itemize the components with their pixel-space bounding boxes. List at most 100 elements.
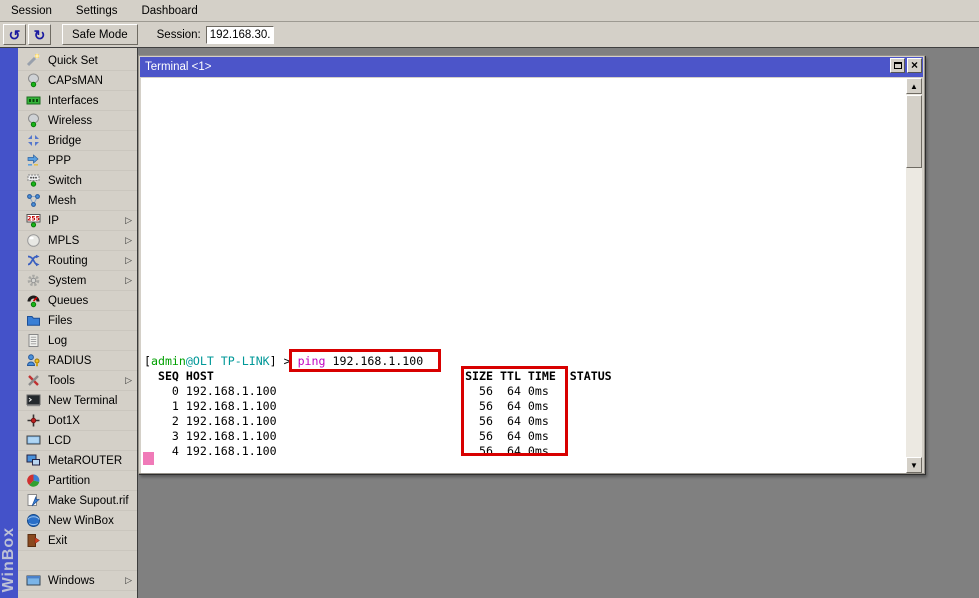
sidebar-item-label: Interfaces	[48, 95, 132, 107]
scroll-down-button[interactable]: ▼	[906, 457, 922, 473]
maximize-icon	[894, 62, 902, 69]
sidebar-item-label: Make Supout.rif	[48, 495, 132, 507]
arrow-up-icon: ▲	[910, 82, 918, 91]
sidebar-item-label: Queues	[48, 295, 132, 307]
safe-mode-button[interactable]: Safe Mode	[62, 24, 138, 45]
toolbar: ↺ ↻ Safe Mode Session:	[0, 22, 979, 48]
redo-icon: ↻	[34, 28, 46, 42]
svg-text:255: 255	[27, 216, 40, 223]
tools-icon	[26, 373, 41, 388]
sidebar-item-files[interactable]: Files	[18, 311, 137, 331]
sidebar-item-label: Partition	[48, 475, 132, 487]
menu-session[interactable]: Session	[8, 3, 55, 19]
maximize-button[interactable]	[890, 58, 905, 73]
sidebar-item-mpls[interactable]: MPLS▷	[18, 231, 137, 251]
sidebar-item-partition[interactable]: Partition	[18, 471, 137, 491]
interfaces-icon	[26, 93, 41, 108]
sidebar-item-label: PPP	[48, 155, 132, 167]
sidebar-spacer	[18, 551, 137, 571]
sidebar-item-make-supout-rif[interactable]: Make Supout.rif	[18, 491, 137, 511]
annotation-box-ping-results	[461, 366, 568, 456]
arrow-down-icon: ▼	[910, 461, 918, 470]
sidebar-item-label: LCD	[48, 435, 132, 447]
sidebar-item-label: Exit	[48, 535, 132, 547]
terminal-output[interactable]: [admin@OLT TP-LINK] > ping 192.168.1.100…	[141, 78, 907, 473]
sidebar-item-metarouter[interactable]: MetaROUTER	[18, 451, 137, 471]
terminal-window: Terminal <1> × [admin@OLT TP-LINK] > pin…	[138, 55, 925, 474]
sidebar-item-label: CAPsMAN	[48, 75, 132, 87]
mesh-icon	[26, 193, 41, 208]
sidebar-item-label: Wireless	[48, 115, 132, 127]
sidebar-item-capsman[interactable]: CAPsMAN	[18, 71, 137, 91]
quickset-icon	[26, 53, 41, 68]
menu-settings[interactable]: Settings	[73, 3, 121, 19]
sidebar-item-label: Dot1X	[48, 415, 132, 427]
annotation-box-ping-command	[289, 349, 441, 372]
sidebar-item-mesh[interactable]: Mesh	[18, 191, 137, 211]
sidebar-item-label: Quick Set	[48, 55, 132, 67]
sidebar-item-dot1x[interactable]: Dot1X	[18, 411, 137, 431]
sidebar-item-log[interactable]: Log	[18, 331, 137, 351]
submenu-arrow-icon: ▷	[125, 216, 132, 225]
sidebar-item-label: Switch	[48, 175, 132, 187]
session-label: Session:	[157, 29, 201, 41]
undo-button[interactable]: ↺	[3, 24, 26, 45]
sidebar-item-label: Files	[48, 315, 132, 327]
sidebar-item-label: System	[48, 275, 125, 287]
windows-icon	[26, 573, 41, 588]
menu-dashboard[interactable]: Dashboard	[138, 3, 200, 19]
sidebar-item-quick-set[interactable]: Quick Set	[18, 51, 137, 71]
sidebar-item-label: New WinBox	[48, 515, 132, 527]
wireless-icon	[26, 113, 41, 128]
radius-icon	[26, 353, 41, 368]
dot1x-icon	[26, 413, 41, 428]
sidebar-item-label: IP	[48, 215, 125, 227]
sidebar-item-bridge[interactable]: Bridge	[18, 131, 137, 151]
sidebar-item-interfaces[interactable]: Interfaces	[18, 91, 137, 111]
metarouter-icon	[26, 453, 41, 468]
submenu-arrow-icon: ▷	[125, 376, 132, 385]
lcd-icon	[26, 433, 41, 448]
close-button[interactable]: ×	[907, 58, 922, 73]
sidebar-item-new-terminal[interactable]: New Terminal	[18, 391, 137, 411]
sidebar: Quick Set CAPsMAN Interfaces Wireless Bridge…	[18, 48, 138, 598]
scrollbar-thumb[interactable]	[906, 95, 922, 168]
terminal-scrollbar[interactable]: ▲ ▼	[906, 78, 922, 473]
partition-icon	[26, 473, 41, 488]
newwinbox-icon	[26, 513, 41, 528]
mpls-icon	[26, 233, 41, 248]
sidebar-item-new-winbox[interactable]: New WinBox	[18, 511, 137, 531]
winbox-brand-text: WinBox	[0, 527, 18, 596]
exit-icon	[26, 533, 41, 548]
sidebar-item-label: MPLS	[48, 235, 125, 247]
sidebar-item-label: Bridge	[48, 135, 132, 147]
sidebar-item-ppp[interactable]: PPP	[18, 151, 137, 171]
redo-button[interactable]: ↻	[28, 24, 51, 45]
terminal-cursor	[143, 452, 154, 465]
sidebar-item-radius[interactable]: RADIUS	[18, 351, 137, 371]
routing-icon	[26, 253, 41, 268]
sidebar-item-queues[interactable]: Queues	[18, 291, 137, 311]
sidebar-item-label: Log	[48, 335, 132, 347]
submenu-arrow-icon: ▷	[125, 276, 132, 285]
sidebar-item-system[interactable]: System▷	[18, 271, 137, 291]
terminal-titlebar[interactable]: Terminal <1>	[140, 57, 923, 77]
system-icon	[26, 273, 41, 288]
ppp-icon	[26, 153, 41, 168]
sidebar-item-windows[interactable]: Windows▷	[18, 571, 137, 591]
session-input[interactable]	[206, 26, 274, 44]
sidebar-item-lcd[interactable]: LCD	[18, 431, 137, 451]
sidebar-item-exit[interactable]: Exit	[18, 531, 137, 551]
sidebar-item-wireless[interactable]: Wireless	[18, 111, 137, 131]
sidebar-item-switch[interactable]: Switch	[18, 171, 137, 191]
scroll-up-button[interactable]: ▲	[906, 78, 922, 94]
sidebar-item-label: Windows	[48, 575, 125, 587]
terminal-icon	[26, 393, 41, 408]
desktop: Terminal <1> × [admin@OLT TP-LINK] > pin…	[138, 48, 979, 598]
files-icon	[26, 313, 41, 328]
sidebar-item-routing[interactable]: Routing▷	[18, 251, 137, 271]
sidebar-item-ip[interactable]: 255 IP▷	[18, 211, 137, 231]
sidebar-item-label: Mesh	[48, 195, 132, 207]
sidebar-item-label: RADIUS	[48, 355, 132, 367]
sidebar-item-tools[interactable]: Tools▷	[18, 371, 137, 391]
